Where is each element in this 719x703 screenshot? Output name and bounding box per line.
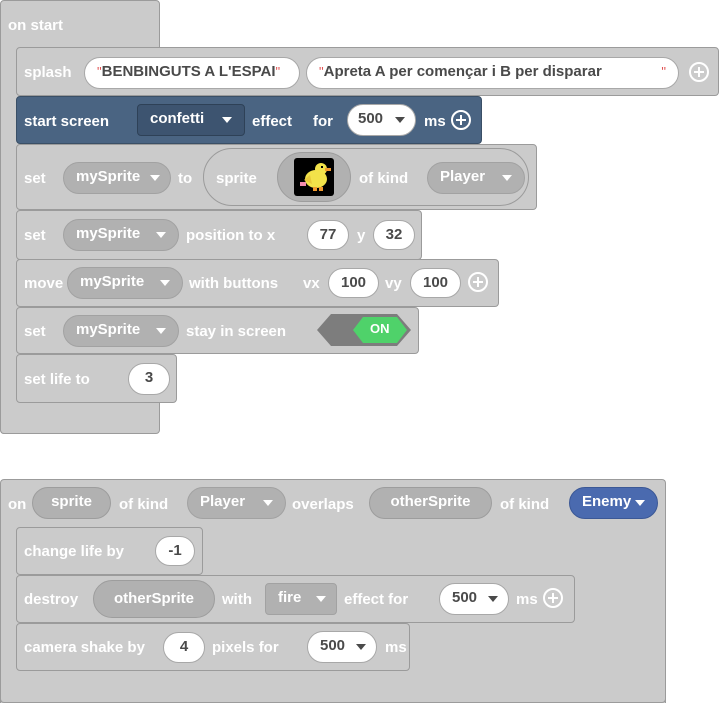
vy-label: vy <box>385 275 402 292</box>
camera-shake-label: camera shake by <box>24 639 145 656</box>
kind-dropdown[interactable]: Player <box>187 487 286 519</box>
of-kind-label: of kind <box>119 496 169 513</box>
variable-dropdown[interactable]: mySprite <box>67 267 183 299</box>
variable-dropdown[interactable]: mySprite <box>63 315 179 347</box>
on-start-label: on start <box>8 17 64 34</box>
splash-title-input[interactable]: "BENBINGUTS A L'ESPAI" <box>84 57 300 89</box>
chevron-down-icon <box>502 175 512 181</box>
kind-dropdown[interactable]: Player <box>427 162 525 194</box>
ms-label: ms <box>424 113 446 130</box>
destroy-add-icon[interactable] <box>543 588 563 608</box>
to-label: to <box>178 170 193 187</box>
for-label: for <box>313 113 333 130</box>
destroy-duration-dropdown[interactable]: 500 <box>439 583 509 615</box>
move-add-icon[interactable] <box>468 272 488 292</box>
of-kind-label: of kind <box>500 496 550 513</box>
set-label: set <box>24 227 46 244</box>
stay-in-screen-label: stay in screen <box>186 323 287 340</box>
x-input[interactable]: 77 <box>307 220 349 250</box>
ms-label: ms <box>385 639 407 656</box>
ms-label: ms <box>516 591 538 608</box>
start-screen-label: start screen <box>24 113 110 130</box>
splash-title-text: BENBINGUTS A L'ESPAI <box>101 63 276 80</box>
chevron-down-icon <box>156 232 166 238</box>
y-label: y <box>357 227 366 244</box>
with-label: with <box>222 591 252 608</box>
effect-label: effect <box>252 113 293 130</box>
start-screen-add-icon[interactable] <box>451 110 471 130</box>
on-label: on <box>8 496 27 513</box>
chevron-down-icon <box>356 644 366 650</box>
shake-pixels-input[interactable]: 4 <box>163 632 205 663</box>
splash-subtitle-text: Apreta A per començar i B per disparar <box>323 63 602 80</box>
chevron-down-icon <box>150 175 160 181</box>
effect-for-label: effect for <box>344 591 409 608</box>
chevron-down-icon <box>316 596 326 602</box>
destroy-label: destroy <box>24 591 79 608</box>
move-label: move <box>24 275 64 292</box>
overlap-footer <box>0 671 666 703</box>
variable-dropdown[interactable]: mySprite <box>63 162 171 194</box>
pixels-for-label: pixels for <box>212 639 279 656</box>
destroy-effect-dropdown[interactable]: fire <box>265 583 337 615</box>
splash-add-icon[interactable] <box>689 62 709 82</box>
duration-dropdown[interactable]: 500 <box>347 104 416 136</box>
change-life-label: change life by <box>24 543 125 560</box>
set-life-label: set life to <box>24 371 90 388</box>
other-sprite-param[interactable]: otherSprite <box>369 487 492 519</box>
duck-sprite-icon <box>294 158 334 196</box>
y-input[interactable]: 32 <box>373 220 415 250</box>
set-label: set <box>24 170 46 187</box>
effect-dropdown[interactable]: confetti <box>137 104 245 136</box>
toggle-on-label: ON <box>370 321 390 336</box>
sprite-image-picker[interactable] <box>277 152 351 202</box>
vx-input[interactable]: 100 <box>328 268 379 298</box>
stay-in-screen-toggle[interactable]: ON <box>317 314 411 346</box>
overlaps-label: overlaps <box>292 496 354 513</box>
enemy-kind-dropdown[interactable]: Enemy <box>569 487 658 519</box>
sprite-param[interactable]: sprite <box>32 487 111 519</box>
chevron-down-icon <box>635 500 645 506</box>
set-label: set <box>24 323 46 340</box>
chevron-down-icon <box>156 328 166 334</box>
variable-dropdown[interactable]: mySprite <box>63 219 179 251</box>
vx-label: vx <box>303 275 320 292</box>
chevron-down-icon <box>222 117 232 123</box>
destroy-target-param[interactable]: otherSprite <box>93 580 215 618</box>
splash-label: splash <box>24 64 72 81</box>
life-input[interactable]: 3 <box>128 363 170 395</box>
chevron-down-icon <box>160 280 170 286</box>
sprite-label: sprite <box>216 170 257 187</box>
change-life-input[interactable]: -1 <box>155 536 195 566</box>
of-kind-label: of kind <box>359 170 409 187</box>
chevron-down-icon <box>395 117 405 123</box>
vy-input[interactable]: 100 <box>410 268 461 298</box>
with-buttons-label: with buttons <box>189 275 279 292</box>
shake-duration-dropdown[interactable]: 500 <box>307 631 377 663</box>
chevron-down-icon <box>263 500 273 506</box>
position-to-x-label: position to x <box>186 227 276 244</box>
chevron-down-icon <box>488 596 498 602</box>
splash-subtitle-input[interactable]: "Apreta A per començar i B per disparar … <box>306 57 679 89</box>
